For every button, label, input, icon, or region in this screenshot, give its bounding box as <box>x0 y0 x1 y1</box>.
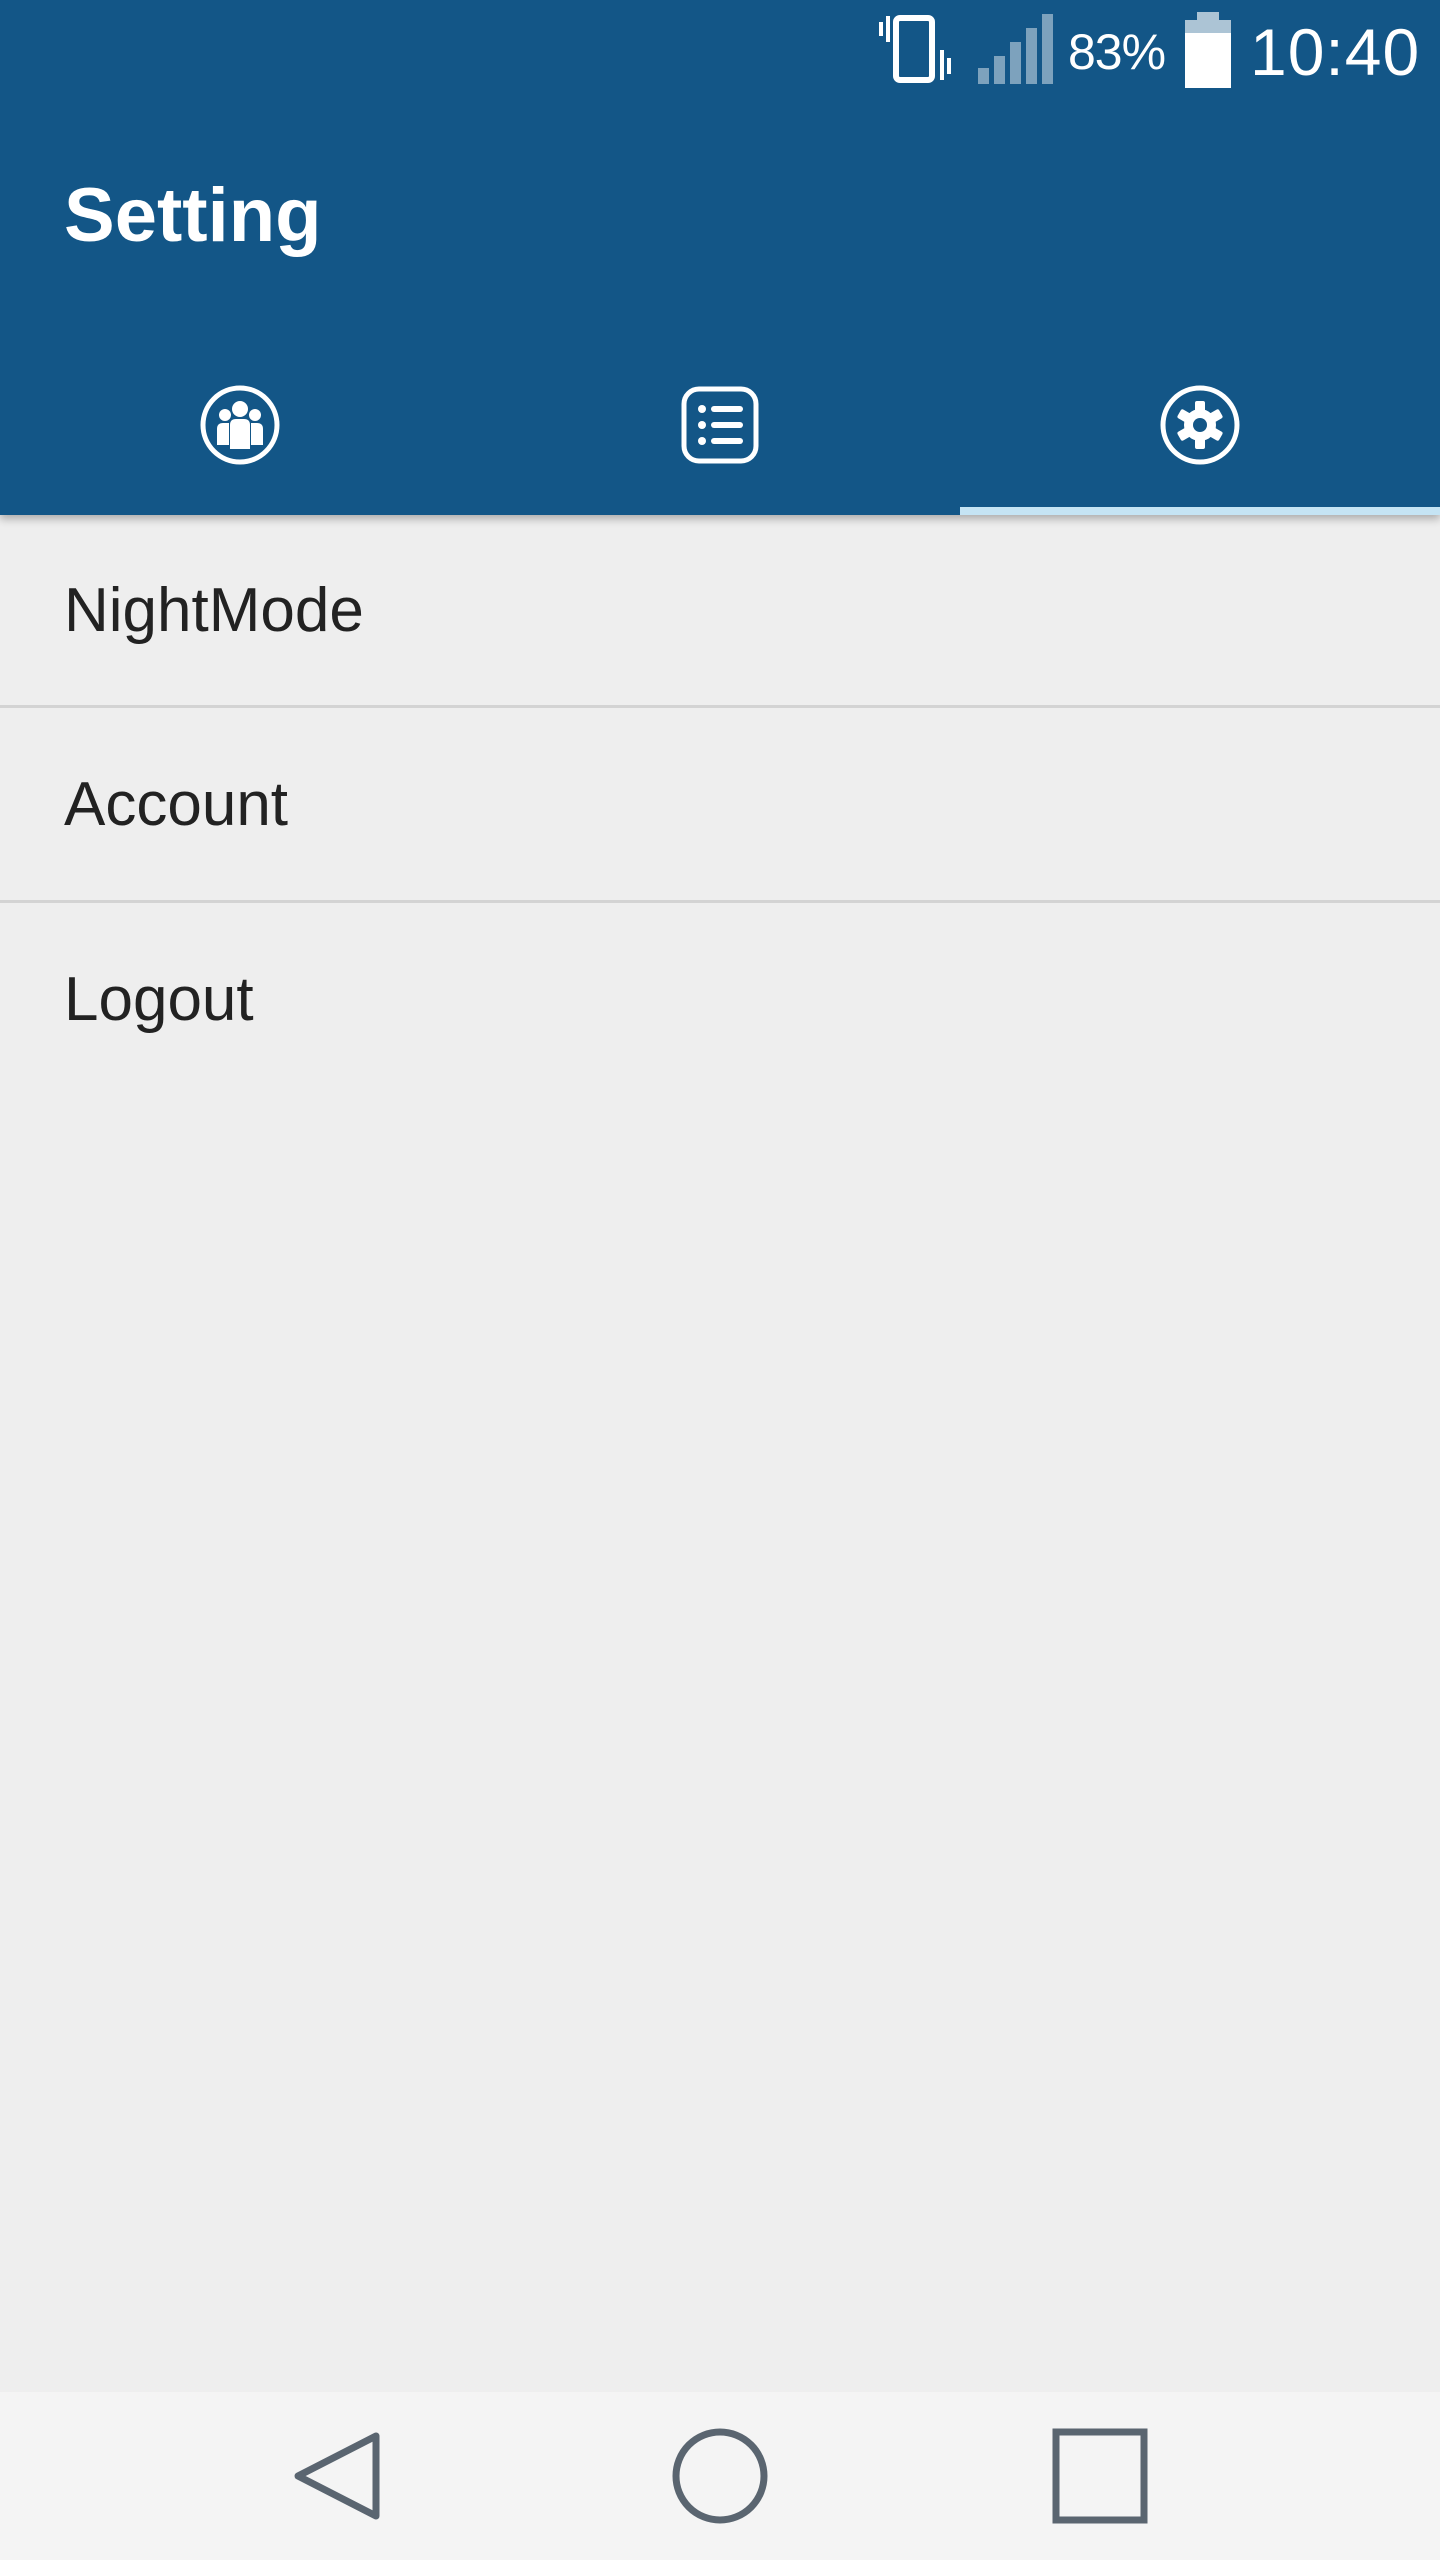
cell-signal-icon <box>978 14 1053 84</box>
recents-icon <box>1052 2428 1148 2524</box>
battery-icon <box>1185 12 1231 88</box>
battery-percent: 83% <box>1068 24 1166 80</box>
group-icon <box>200 385 280 464</box>
list-icon <box>681 386 759 463</box>
back-button[interactable] <box>280 2416 400 2536</box>
home-button[interactable] <box>660 2416 780 2536</box>
home-icon <box>672 2428 768 2524</box>
vibrate-icon <box>879 15 951 83</box>
tab-list[interactable] <box>480 344 960 515</box>
settings-list: NightMode Account Logout <box>0 515 1440 1096</box>
recents-button[interactable] <box>1040 2416 1160 2536</box>
page-title: Setting <box>64 173 322 258</box>
tab-settings[interactable] <box>960 344 1440 515</box>
logout-setting[interactable]: Logout <box>0 903 1440 1096</box>
back-icon <box>294 2432 380 2520</box>
system-navigation-bar <box>0 2392 1440 2560</box>
account-setting[interactable]: Account <box>0 708 1440 903</box>
status-clock: 10:40 <box>1250 15 1421 89</box>
selected-tab-indicator <box>960 507 1440 515</box>
gear-icon <box>1160 385 1240 464</box>
app-header: 83% 10:40 Setting <box>0 0 1440 515</box>
status-bar: 83% 10:40 <box>0 0 1440 104</box>
nightmode-setting[interactable]: NightMode <box>0 515 1440 708</box>
tab-members[interactable] <box>0 344 480 515</box>
